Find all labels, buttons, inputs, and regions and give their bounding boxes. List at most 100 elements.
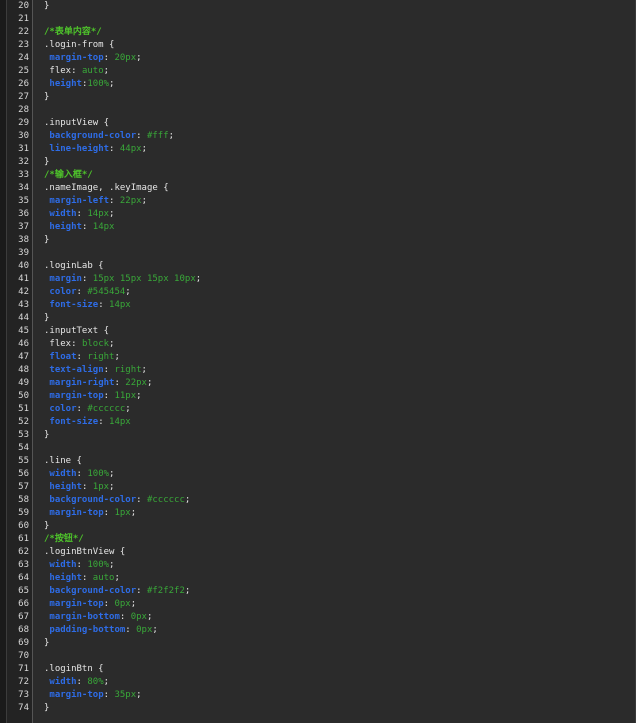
- code-line[interactable]: 46 flex: block;: [0, 338, 636, 351]
- code-line[interactable]: 42 color: #545454;: [0, 286, 636, 299]
- code-text: text-align: right;: [44, 364, 147, 377]
- code-token-val: 100%: [87, 79, 110, 89]
- code-token-prop: height: [49, 222, 82, 232]
- code-token: flex:: [44, 66, 82, 76]
- code-line[interactable]: 38}: [0, 234, 636, 247]
- code-token-sel: .loginBtn {: [44, 664, 104, 674]
- code-line[interactable]: 71 .loginBtn {: [0, 663, 636, 676]
- code-line[interactable]: 30 background-color: #fff;: [0, 130, 636, 143]
- code-line[interactable]: 20}: [0, 0, 636, 13]
- code-line[interactable]: 22 /*表单内容*/: [0, 26, 636, 39]
- code-line[interactable]: 69}: [0, 637, 636, 650]
- code-token: ;: [146, 378, 153, 388]
- code-token-sel: .login-from {: [44, 40, 115, 50]
- code-line[interactable]: 33 /*输入框*/: [0, 169, 636, 182]
- code-line[interactable]: 59 margin-top: 1px;: [0, 507, 636, 520]
- code-line[interactable]: 60}: [0, 520, 636, 533]
- code-token-val: block: [81, 339, 110, 349]
- line-number: 25: [18, 66, 29, 76]
- code-line[interactable]: 52 font-size: 14px: [0, 416, 636, 429]
- code-token-sel: .inputView {: [44, 118, 110, 128]
- code-line[interactable]: 72 width: 80%;: [0, 676, 636, 689]
- code-text: background-color: #fff;: [44, 130, 174, 143]
- code-line[interactable]: 61 /*按钮*/: [0, 533, 636, 546]
- line-number: 43: [18, 300, 29, 310]
- code-text: }: [44, 156, 49, 169]
- code-line[interactable]: 43 font-size: 14px: [0, 299, 636, 312]
- code-editor[interactable]: 20} 21 22/*表单内容*/23 .login-from {24 margin-…: [0, 0, 636, 723]
- code-token-prop: background-color: [49, 131, 137, 141]
- code-line[interactable]: 65 background-color: #f2f2f2;: [0, 585, 636, 598]
- code-text: .loginBtnView {: [44, 546, 125, 559]
- code-token-prop: float: [49, 352, 77, 362]
- line-number: 55: [18, 456, 29, 466]
- code-line[interactable]: 45 .inputText {: [0, 325, 636, 338]
- code-line[interactable]: 51 color: #cccccc;: [0, 403, 636, 416]
- code-line[interactable]: 49 margin-right: 22px;: [0, 377, 636, 390]
- line-number: 37: [18, 222, 29, 232]
- code-line[interactable]: 40 .loginLab {: [0, 260, 636, 273]
- code-line[interactable]: 74}: [0, 702, 636, 715]
- code-token-punct: }: [44, 235, 50, 245]
- line-number: 48: [18, 365, 29, 375]
- line-number: 68: [18, 625, 29, 635]
- code-line[interactable]: 67 margin-bottom: 0px;: [0, 611, 636, 624]
- code-token-val: auto: [92, 573, 115, 583]
- code-line[interactable]: 29 .inputView {: [0, 117, 636, 130]
- code-line[interactable]: 21: [0, 13, 636, 26]
- code-token-sel: .inputText {: [44, 326, 110, 336]
- code-text: color: #545454;: [44, 286, 130, 299]
- code-token-prop: width: [49, 469, 77, 479]
- code-line[interactable]: 37 height: 14px: [0, 221, 636, 234]
- line-number: 32: [18, 157, 29, 167]
- line-number: 63: [18, 560, 29, 570]
- code-text: margin-top: 20px;: [44, 52, 141, 65]
- code-line[interactable]: 26 height:100%;: [0, 78, 636, 91]
- code-token: ;: [109, 469, 115, 479]
- code-text: .inputView {: [44, 117, 109, 130]
- code-line[interactable]: 63 width: 100%;: [0, 559, 636, 572]
- code-line[interactable]: 73 margin-top: 35px;: [0, 689, 636, 702]
- code-line[interactable]: 47 float: right;: [0, 351, 636, 364]
- code-line[interactable]: 54: [0, 442, 636, 455]
- code-line[interactable]: 70: [0, 650, 636, 663]
- code-line[interactable]: 23 .login-from {: [0, 39, 636, 52]
- code-line[interactable]: 44}: [0, 312, 636, 325]
- code-line[interactable]: 27}: [0, 91, 636, 104]
- code-line[interactable]: 36 width: 14px;: [0, 208, 636, 221]
- code-line[interactable]: 53}: [0, 429, 636, 442]
- code-line[interactable]: 50 margin-top: 11px;: [0, 390, 636, 403]
- code-line[interactable]: 34 .nameImage, .keyImage {: [0, 182, 636, 195]
- line-number: 62: [18, 547, 29, 557]
- code-line[interactable]: 57 height: 1px;: [0, 481, 636, 494]
- code-line[interactable]: 24 margin-top: 20px;: [0, 52, 636, 65]
- code-token-prop: width: [49, 560, 77, 570]
- code-line[interactable]: 56 width: 100%;: [0, 468, 636, 481]
- code-line[interactable]: 48 text-align: right;: [0, 364, 636, 377]
- code-token-val: 44px: [119, 144, 142, 154]
- code-line[interactable]: 41 margin: 15px 15px 15px 10px;: [0, 273, 636, 286]
- code-line[interactable]: 64 height: auto;: [0, 572, 636, 585]
- line-number: 22: [18, 27, 29, 37]
- code-token: ;: [141, 144, 147, 154]
- code-line[interactable]: 68 padding-bottom: 0px;: [0, 624, 636, 637]
- code-token: :: [76, 469, 88, 479]
- code-line[interactable]: 66 margin-top: 0px;: [0, 598, 636, 611]
- code-line[interactable]: 28: [0, 104, 636, 117]
- line-number: 27: [18, 92, 29, 102]
- code-text: background-color: #cccccc;: [44, 494, 190, 507]
- code-line[interactable]: 55 .line {: [0, 455, 636, 468]
- code-line[interactable]: 58 background-color: #cccccc;: [0, 494, 636, 507]
- code-text: margin-top: 35px;: [44, 689, 141, 702]
- code-text: }: [44, 312, 49, 325]
- code-line[interactable]: 31 line-height: 44px;: [0, 143, 636, 156]
- code-line[interactable]: 62 .loginBtnView {: [0, 546, 636, 559]
- code-line[interactable]: 25 flex: auto;: [0, 65, 636, 78]
- code-token: ;: [109, 209, 115, 219]
- code-token: flex:: [44, 339, 82, 349]
- code-line[interactable]: 32}: [0, 156, 636, 169]
- line-number: 64: [18, 573, 29, 583]
- code-line[interactable]: 39: [0, 247, 636, 260]
- code-token-prop: padding-bottom: [49, 625, 126, 635]
- code-line[interactable]: 35 margin-left: 22px;: [0, 195, 636, 208]
